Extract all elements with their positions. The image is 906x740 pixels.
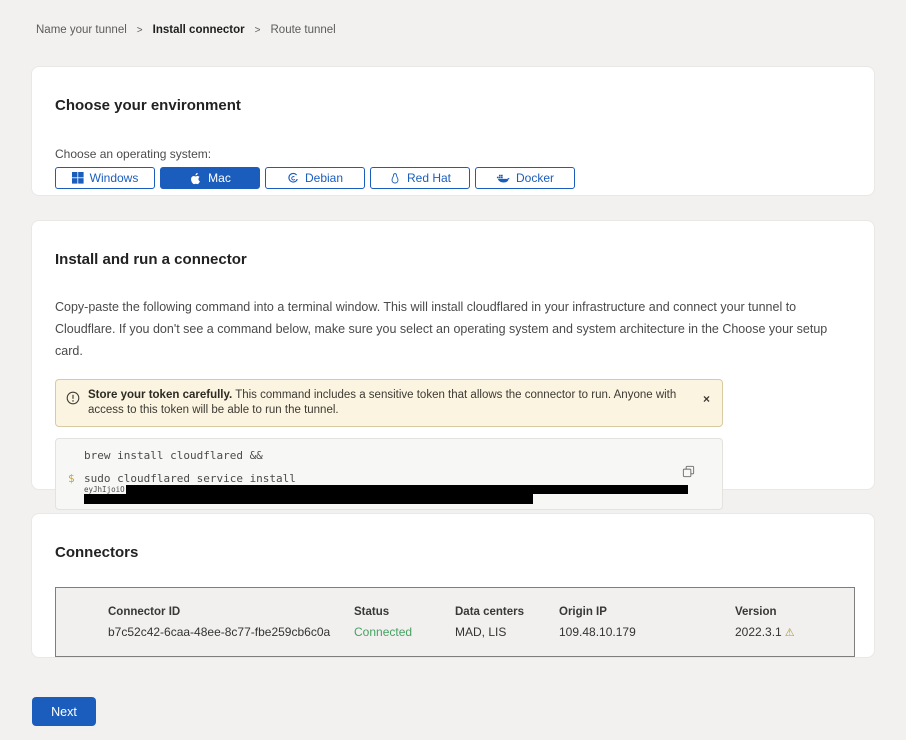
breadcrumb-step-route-tunnel[interactable]: Route tunnel (271, 24, 336, 36)
os-button-docker[interactable]: Docker (475, 167, 575, 189)
os-button-label: Docker (516, 171, 554, 185)
column-header-origin-ip: Origin IP (559, 606, 735, 618)
token-prefix: eyJhIjoiO (84, 485, 125, 494)
column-header-connector-id: Connector ID (108, 606, 354, 618)
connectors-table: Connector ID Status Data centers Origin … (55, 587, 855, 657)
os-button-label: Mac (208, 171, 231, 185)
connector-id-value: b7c52c42-6caa-48ee-8c77-fbe259cb6c0a (108, 625, 354, 639)
copy-icon[interactable] (682, 465, 695, 481)
column-header-data-centers: Data centers (455, 606, 559, 618)
warning-triangle-icon: ⚠ (785, 627, 795, 639)
connector-status-value: Connected (354, 625, 455, 639)
os-button-mac[interactable]: Mac (160, 167, 260, 189)
breadcrumb-separator: > (255, 25, 261, 36)
windows-icon (72, 172, 84, 184)
connector-datacenters-value: MAD, LIS (455, 625, 559, 639)
connectors-card-title: Connectors (55, 544, 851, 561)
code-line-brew: brew install cloudflared && (84, 449, 263, 462)
dollar-prompt: $ (68, 472, 84, 485)
install-card-title: Install and run a connector (55, 251, 844, 268)
install-command-block[interactable]: brew install cloudflared && $ sudo cloud… (55, 438, 723, 510)
code-line-sudo: sudo cloudflared service install (84, 472, 296, 485)
token-redaction-bar (84, 494, 533, 504)
os-button-group: Windows Mac Debian Red Hat Docker (55, 167, 851, 189)
install-card: Install and run a connector Copy-paste t… (31, 220, 875, 490)
close-icon[interactable]: × (703, 393, 710, 405)
docker-icon (496, 173, 510, 184)
connectors-card: Connectors Connector ID Status Data cent… (31, 513, 875, 658)
os-button-label: Windows (90, 171, 139, 185)
debian-icon (287, 172, 299, 184)
connector-version-value: 2022.3.1⚠ (735, 625, 854, 639)
environment-card-title: Choose your environment (55, 97, 851, 114)
next-button[interactable]: Next (32, 697, 96, 726)
code-prompt-spacer (68, 449, 84, 462)
breadcrumb: Name your tunnel > Install connector > R… (0, 0, 906, 36)
connector-origin-ip-value: 109.48.10.179 (559, 625, 735, 639)
redhat-icon (389, 172, 401, 185)
os-button-label: Red Hat (407, 171, 451, 185)
breadcrumb-separator: > (137, 25, 143, 36)
os-button-redhat[interactable]: Red Hat (370, 167, 470, 189)
environment-card: Choose your environment Choose an operat… (31, 66, 875, 196)
alert-circle-icon (66, 391, 80, 410)
column-header-version: Version (735, 606, 854, 618)
breadcrumb-step-name-tunnel[interactable]: Name your tunnel (36, 24, 127, 36)
token-warning-banner: Store your token carefully. This command… (55, 379, 723, 427)
os-button-debian[interactable]: Debian (265, 167, 365, 189)
os-select-label: Choose an operating system: (55, 147, 851, 161)
token-redaction-bar (126, 485, 688, 494)
os-button-windows[interactable]: Windows (55, 167, 155, 189)
column-header-status: Status (354, 606, 455, 618)
apple-icon (189, 172, 202, 185)
breadcrumb-step-install-connector[interactable]: Install connector (153, 24, 245, 36)
token-warning-title: Store your token carefully. (88, 389, 232, 401)
os-button-label: Debian (305, 171, 343, 185)
install-description: Copy-paste the following command into a … (55, 296, 844, 362)
